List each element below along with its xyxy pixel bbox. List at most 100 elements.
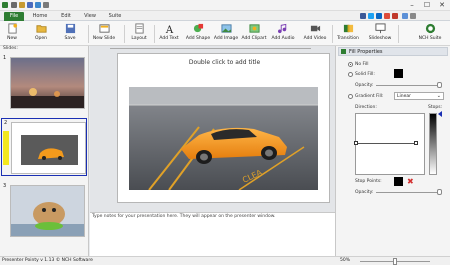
account-icon[interactable] xyxy=(410,13,416,19)
add-text-button[interactable]: A Add Text xyxy=(157,23,181,45)
toolbar-separator xyxy=(332,25,333,43)
slides-panel-title: Slides: xyxy=(3,46,18,51)
add-audio-label: Add Audio xyxy=(271,36,295,41)
clipart-icon xyxy=(248,24,260,33)
layout-button[interactable]: Layout xyxy=(128,23,150,45)
slide-car-image[interactable]: CLEA xyxy=(129,87,318,191)
opacity-slider-thumb[interactable] xyxy=(437,82,442,88)
close-button[interactable]: ✕ xyxy=(435,1,449,10)
slide-thumbnail-image xyxy=(10,57,85,109)
slideshow-icon xyxy=(374,23,386,34)
add-clipart-label: Add Clipart xyxy=(241,36,267,41)
toolbar-separator xyxy=(124,25,125,43)
slides-panel: Slides: 1 2 3 xyxy=(0,46,89,256)
youtube-icon[interactable] xyxy=(392,13,398,19)
notes-panel[interactable]: Type notes for your presentation here. T… xyxy=(90,212,335,256)
delete-stop-icon[interactable]: ✖ xyxy=(407,177,414,186)
stop-opacity-slider[interactable] xyxy=(376,192,439,193)
slide-number: 3 xyxy=(3,183,7,189)
direction-label: Direction: xyxy=(355,105,377,110)
stop-opacity-thumb[interactable] xyxy=(437,189,442,195)
opacity-slider[interactable] xyxy=(376,85,439,86)
tab-file[interactable]: File xyxy=(4,12,24,21)
minimize-button[interactable]: – xyxy=(405,1,419,10)
toolbar-separator xyxy=(154,25,155,43)
direction-picker[interactable] xyxy=(354,113,425,175)
solid-fill-label: Solid Fill: xyxy=(355,72,375,77)
gradient-fill-label: Gradient Fill: xyxy=(355,94,384,99)
gradient-type-select[interactable]: Linear ⌄ xyxy=(394,92,444,100)
undo-icon[interactable] xyxy=(35,2,41,8)
save-button[interactable]: Save xyxy=(59,23,81,45)
slide-title-placeholder[interactable]: Double click to add title xyxy=(118,59,331,66)
save-disk-icon xyxy=(65,23,75,34)
quick-new-icon[interactable] xyxy=(11,2,17,8)
stops-label: Stops: xyxy=(428,105,443,110)
slide-thumbnail-selected[interactable]: 2 xyxy=(1,118,87,176)
toolbar: New Open Save New Slide Layout A Add Tex… xyxy=(0,21,450,46)
notes-placeholder[interactable]: Type notes for your presentation here. T… xyxy=(92,214,275,219)
new-file-icon xyxy=(7,23,17,34)
gradient-type-value: Linear xyxy=(397,94,411,99)
gradient-fill-radio[interactable] xyxy=(348,94,353,99)
quick-open-icon[interactable] xyxy=(19,2,25,8)
nch-suite-button[interactable]: NCH Suite xyxy=(416,23,444,45)
new-button[interactable]: New xyxy=(2,23,22,45)
linkedin-icon[interactable] xyxy=(376,13,382,19)
solid-fill-radio[interactable] xyxy=(348,72,353,77)
direction-start-handle[interactable] xyxy=(354,141,358,145)
slide-thumbnail-image xyxy=(10,185,85,237)
dropdown-icon[interactable] xyxy=(43,2,49,8)
stop-marker-icon[interactable] xyxy=(438,111,442,117)
quick-save-icon[interactable] xyxy=(27,2,33,8)
nch-suite-icon xyxy=(425,23,435,34)
open-folder-icon xyxy=(35,25,47,33)
tab-edit[interactable]: Edit xyxy=(56,12,76,21)
opacity-label: Opacity: xyxy=(355,83,374,88)
facebook-icon[interactable] xyxy=(360,13,366,19)
no-fill-label: No Fill xyxy=(355,62,369,67)
new-slide-button[interactable]: New Slide xyxy=(90,23,118,45)
twitter-icon[interactable] xyxy=(368,13,374,19)
no-fill-radio[interactable] xyxy=(348,62,353,67)
add-image-button[interactable]: Add Image xyxy=(213,23,239,45)
add-video-button[interactable]: Add Video xyxy=(302,23,328,45)
tab-home[interactable]: Home xyxy=(28,12,52,21)
slideshow-label: Slideshow xyxy=(368,36,392,41)
direction-end-handle[interactable] xyxy=(414,141,418,145)
title-bar: – ☐ ✕ xyxy=(0,0,450,11)
nch-suite-label: NCH Suite xyxy=(418,36,442,41)
zoom-slider-thumb[interactable] xyxy=(393,258,397,265)
panel-collapse-icon[interactable] xyxy=(341,49,346,54)
add-image-label: Add Image xyxy=(213,36,239,41)
slide-thumbnail[interactable]: 1 xyxy=(1,54,87,112)
transition-button[interactable]: Transition xyxy=(335,23,361,45)
stop-color-swatch[interactable] xyxy=(394,177,403,186)
solid-fill-color-swatch[interactable] xyxy=(394,69,403,78)
help-icon[interactable] xyxy=(402,13,408,19)
stop-opacity-label: Opacity: xyxy=(355,190,374,195)
tab-view[interactable]: View xyxy=(80,12,100,21)
open-button[interactable]: Open xyxy=(30,23,52,45)
properties-title: Fill Properties xyxy=(349,49,383,55)
add-shape-button[interactable]: Add Shape xyxy=(185,23,211,45)
app-icon xyxy=(2,2,8,8)
slide-canvas[interactable]: Double click to add title CLEA xyxy=(117,53,330,203)
status-text: Presenter Pointy v 1.13 © NCH Software xyxy=(2,258,93,263)
horizontal-ruler xyxy=(110,46,311,49)
tab-suite[interactable]: Suite xyxy=(104,12,126,21)
slide-thumbnail[interactable]: 3 xyxy=(1,182,87,240)
slideshow-button[interactable]: Slideshow xyxy=(367,23,393,45)
new-label: New xyxy=(7,36,17,41)
direction-line xyxy=(356,143,416,144)
audio-icon xyxy=(277,23,286,34)
add-clipart-button[interactable]: Add Clipart xyxy=(241,23,267,45)
slide-thumbnail-image xyxy=(11,122,86,174)
google-plus-icon[interactable] xyxy=(384,13,390,19)
layout-icon xyxy=(134,23,144,34)
chevron-down-icon: ⌄ xyxy=(436,93,441,99)
maximize-button[interactable]: ☐ xyxy=(420,1,434,10)
zoom-level[interactable]: 50% xyxy=(340,258,350,263)
gradient-stops-bar[interactable] xyxy=(429,113,437,175)
add-audio-button[interactable]: Add Audio xyxy=(270,23,296,45)
